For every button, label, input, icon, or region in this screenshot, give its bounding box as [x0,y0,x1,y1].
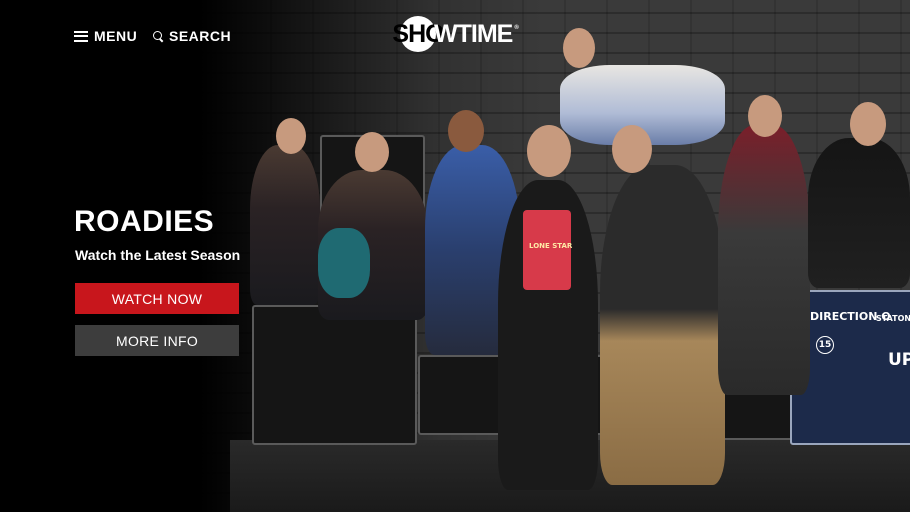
show-title: ROADIES [74,205,215,238]
show-subtitle: Watch the Latest Season [75,247,241,263]
cast-member-head [850,102,886,146]
logo-registered-mark: ® [514,25,519,31]
hamburger-icon [74,30,88,42]
watch-now-button[interactable]: WATCH NOW [75,283,239,314]
case-number: 15 [816,336,834,354]
cast-member-head [748,95,782,137]
search-label: SEARCH [169,28,232,44]
road-case [252,305,417,445]
case-up-text: UP [888,350,910,370]
cast-member-head [355,132,389,172]
cast-member-head [448,110,484,152]
menu-label: MENU [94,28,138,44]
search-icon [153,30,164,42]
more-info-button[interactable]: MORE INFO [75,325,239,356]
top-navigation: MENU SEARCH SHO WTIME ® [0,0,910,70]
cast-member-head [612,125,652,173]
cast-member [808,138,910,288]
search-button[interactable]: SEARCH [153,26,231,46]
cast-member-head [276,118,306,154]
red-shirt: LONE STAR [523,210,573,290]
logo-circle: SHO [392,16,445,52]
menu-button[interactable]: MENU [74,26,137,46]
cast-member [250,145,320,305]
cast-member [718,125,810,395]
showtime-logo[interactable]: SHO WTIME ® [392,15,519,53]
logo-text: WTIME [434,19,513,48]
guitar [318,228,370,298]
shirt-text: LONE STAR [529,242,573,250]
cast-member-head [527,125,571,177]
case-staton-text: STATON- [876,314,910,323]
cast-member [600,165,725,485]
